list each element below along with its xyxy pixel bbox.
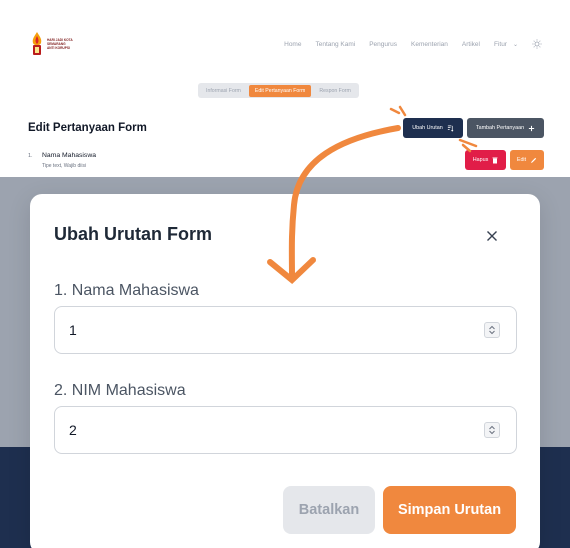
sort-icon (447, 125, 454, 132)
nav-link-kementerian[interactable]: Kementerian (411, 41, 448, 48)
form-tabs: Informasi Form Edit Pertanyaan Form Resp… (198, 83, 359, 98)
stepper-arrows-icon (489, 425, 495, 435)
reorder-modal: Ubah Urutan Form 1. Nama Mahasiswa 2. NI… (30, 194, 540, 548)
nav-dropdown-fitur[interactable]: Fitur ⌄ (494, 41, 518, 48)
order-input-nim-mahasiswa[interactable] (69, 407, 469, 453)
stepper-arrows-icon (489, 325, 495, 335)
navbar: HARI JADI KOTA SEMARANG ANTI KORUPSI Hom… (0, 0, 570, 80)
close-x-glyph (487, 231, 497, 241)
tambah-pertanyaan-label: Tambah Pertanyaan (475, 125, 525, 131)
field-label-nim-mahasiswa: 2. NIM Mahasiswa (54, 382, 186, 399)
nav-link-pengurus[interactable]: Pengurus (369, 41, 397, 48)
order-field-nim-mahasiswa (54, 406, 517, 454)
plus-icon (529, 125, 535, 131)
tab-informasi-form[interactable]: Informasi Form (200, 85, 247, 97)
field-label-nama-mahasiswa: 1. Nama Mahasiswa (54, 282, 199, 299)
tab-respon-form[interactable]: Respon Form (313, 85, 356, 97)
question-number: 1. (28, 153, 33, 159)
ubah-urutan-label: Ubah Urutan (412, 125, 443, 131)
trash-icon (492, 157, 498, 163)
edit-label: Edit (516, 157, 527, 163)
logo-line-3: ANTI KORUPSI (47, 46, 70, 50)
nav-link-tentang-kami[interactable]: Tentang Kami (315, 41, 355, 48)
save-order-button[interactable]: Simpan Urutan (383, 486, 516, 534)
ubah-urutan-button[interactable]: Ubah Urutan (403, 118, 463, 138)
edit-button[interactable]: Edit (510, 150, 544, 170)
page-title: Edit Pertanyaan Form (28, 122, 147, 134)
nav-link-home[interactable]: Home (284, 41, 301, 48)
order-field-nama-mahasiswa (54, 306, 517, 354)
site-logo[interactable]: HARI JADI KOTA SEMARANG ANTI KORUPSI (30, 30, 76, 58)
logo-text: HARI JADI KOTA SEMARANG ANTI KORUPSI (47, 38, 73, 50)
nav-links: Home Tentang Kami Pengurus Kementerian A… (284, 39, 542, 49)
question-name: Nama Mahasiswa (42, 152, 97, 159)
number-stepper-icon[interactable] (484, 422, 500, 438)
torch-flame-logo-icon (32, 32, 42, 55)
tab-edit-pertanyaan-form[interactable]: Edit Pertanyaan Form (248, 84, 312, 97)
hapus-label: Hapus (472, 157, 489, 163)
fitur-label: Fitur (493, 40, 507, 48)
tambah-pertanyaan-button[interactable]: Tambah Pertanyaan (467, 118, 544, 138)
modal-title: Ubah Urutan Form (54, 224, 213, 244)
pencil-icon (531, 157, 537, 163)
sun-icon[interactable] (532, 39, 542, 49)
nav-link-artikel[interactable]: Artikel (462, 41, 480, 48)
cancel-button[interactable]: Batalkan (283, 486, 375, 534)
hapus-button[interactable]: Hapus (465, 150, 506, 170)
order-input-nama-mahasiswa[interactable] (69, 307, 469, 353)
close-icon[interactable] (482, 226, 502, 246)
question-subtitle: Tipe text, Wajib diisi (42, 163, 87, 169)
chevron-down-icon: ⌄ (512, 41, 518, 48)
question-item: 1. Nama Mahasiswa (28, 152, 96, 159)
number-stepper-icon[interactable] (484, 322, 500, 338)
